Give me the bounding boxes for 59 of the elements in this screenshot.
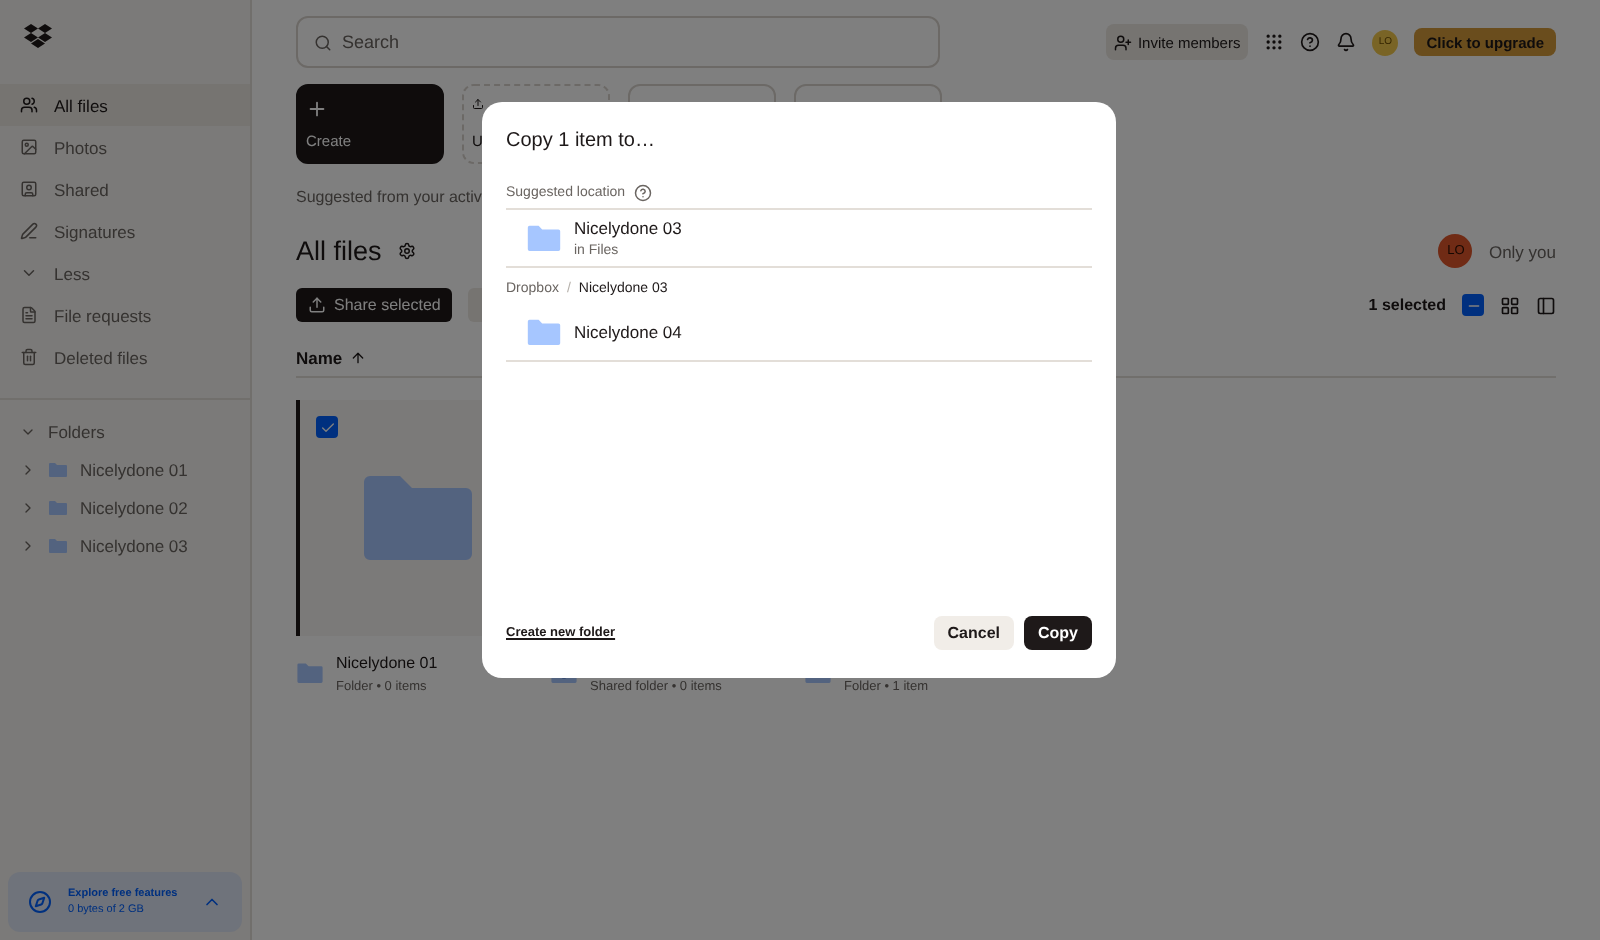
image-icon: [20, 138, 38, 156]
folder-preview-icon: [358, 470, 478, 566]
selection-count: 1 selected: [1368, 296, 1446, 314]
cancel-button[interactable]: Cancel: [933, 616, 1014, 650]
search-field[interactable]: Search: [296, 16, 940, 68]
document-icon: [20, 306, 38, 324]
compass-icon: [28, 890, 52, 914]
search-icon: [314, 33, 332, 51]
chevron-down-icon: [20, 264, 38, 282]
search-placeholder: Search: [342, 32, 400, 52]
sidebar-item[interactable]: Deleted files: [0, 336, 250, 378]
folder-icon: [48, 537, 68, 553]
upload-icon: [472, 98, 484, 110]
grid-view-icon[interactable]: [1500, 295, 1520, 315]
select-all-checkbox[interactable]: [1462, 294, 1484, 316]
dialog-title: Copy 1 item to…: [506, 130, 657, 152]
suggested-text: Suggested from your activ: [296, 188, 482, 206]
sidebar-item[interactable]: Shared: [0, 168, 250, 210]
folder-tree-item[interactable]: Nicelydone 01: [0, 450, 250, 488]
folder-tree-item[interactable]: Nicelydone 02: [0, 488, 250, 526]
sidebar-item[interactable]: Less: [0, 252, 250, 294]
share-icon: [308, 296, 326, 314]
share-selected-button[interactable]: Share selected: [296, 288, 453, 322]
add-person-icon: [1113, 33, 1132, 51]
trash-icon: [20, 348, 38, 366]
people-icon: [20, 96, 38, 114]
folder-icon: [48, 461, 68, 477]
folders-toggle[interactable]: Folders: [0, 412, 250, 450]
help-icon[interactable]: [1300, 32, 1321, 52]
help-icon[interactable]: [633, 183, 652, 201]
sharing-status: Only you: [1488, 241, 1556, 261]
chevron-right-icon[interactable]: [20, 499, 36, 515]
folder-tree-item[interactable]: Nicelydone 03: [0, 526, 250, 564]
sidebar-item[interactable]: Signatures: [0, 210, 250, 252]
panel-toggle-icon[interactable]: [1536, 295, 1556, 315]
folder-row[interactable]: Nicelydone 04: [506, 304, 1092, 362]
plus-icon: [306, 98, 328, 120]
notifications-icon[interactable]: [1336, 32, 1357, 52]
folder-icon: [48, 499, 68, 515]
folder-icon: [526, 223, 562, 253]
sidebar-item[interactable]: File requests: [0, 294, 250, 336]
check-icon: [319, 419, 335, 435]
chevron-right-icon[interactable]: [20, 537, 36, 553]
sort-arrow-icon[interactable]: [350, 349, 367, 365]
page-heading: All files: [296, 236, 382, 266]
settings-icon[interactable]: [397, 242, 416, 260]
name-column-header[interactable]: Name: [296, 347, 343, 367]
chevron-right-icon[interactable]: [20, 461, 36, 477]
pen-icon: [20, 222, 38, 240]
sidebar-item[interactable]: All files: [0, 84, 250, 126]
apps-grid-icon[interactable]: [1264, 32, 1285, 52]
folder-name[interactable]: Nicelydone 01: [336, 654, 438, 674]
person-icon: [20, 180, 38, 198]
folder-icon: [296, 662, 324, 686]
dropbox-logo[interactable]: [24, 24, 52, 48]
sidebar-item[interactable]: Photos: [0, 126, 250, 168]
tile-checkbox[interactable]: [316, 416, 338, 438]
folder-icon: [526, 317, 562, 347]
copy-button[interactable]: Copy: [1024, 616, 1092, 650]
